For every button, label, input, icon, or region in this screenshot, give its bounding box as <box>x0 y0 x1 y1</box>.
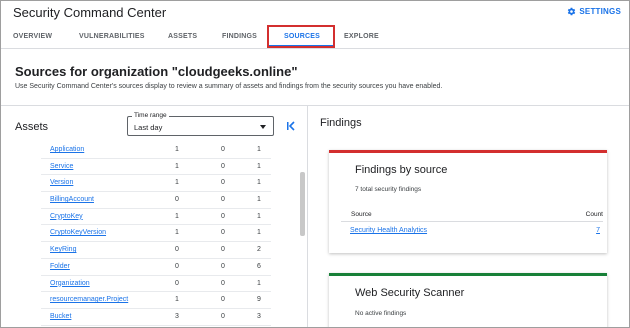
table-row: resourcemanager.Project 1 0 9 <box>41 292 271 309</box>
asset-name-link[interactable]: CryptoKeyVersion <box>50 229 106 236</box>
table-row: BillingAccount 0 0 1 <box>41 192 271 209</box>
asset-count: 2 <box>257 246 261 254</box>
source-link[interactable]: Security Health Analytics <box>350 227 427 234</box>
asset-name-link[interactable]: CryptoKey <box>50 213 83 220</box>
assets-table: Application 1 0 1 Service 1 0 1 Version 1 0 1 Billin… <box>41 142 271 326</box>
asset-count: 0 <box>221 212 225 220</box>
asset-name-link[interactable]: Organization <box>50 280 90 287</box>
asset-name-link[interactable]: Application <box>50 146 84 153</box>
asset-name-link[interactable]: BillingAccount <box>50 196 94 203</box>
asset-count: 0 <box>221 312 225 320</box>
table-row: Folder 0 0 6 <box>41 259 271 276</box>
assets-heading: Assets <box>15 121 49 133</box>
page-description: Use Security Command Center's sources di… <box>15 83 443 90</box>
asset-name-link[interactable]: resourcemanager.Project <box>50 296 128 303</box>
settings-button[interactable]: SETTINGS <box>567 7 621 16</box>
asset-count: 1 <box>257 279 261 287</box>
table-row: Application 1 0 1 <box>41 142 271 159</box>
app-title: Security Command Center <box>13 5 167 20</box>
asset-count: 1 <box>175 212 179 220</box>
findings-by-source-card: Findings by source 7 total security find… <box>329 150 607 253</box>
asset-count: 1 <box>175 179 179 187</box>
highlight-box <box>267 25 335 48</box>
asset-count: 3 <box>175 312 179 320</box>
count-link[interactable]: 7 <box>596 227 600 234</box>
tab-findings[interactable]: FINDINGS <box>222 33 257 40</box>
table-row: Organization 0 0 1 <box>41 276 271 293</box>
asset-count: 0 <box>221 246 225 254</box>
tab-overview[interactable]: OVERVIEW <box>13 33 52 40</box>
asset-count: 0 <box>221 146 225 153</box>
asset-count: 1 <box>257 212 261 220</box>
asset-count: 0 <box>221 162 225 170</box>
asset-count: 0 <box>221 179 225 187</box>
asset-name-link[interactable]: Bucket <box>50 313 71 320</box>
time-range-value: Last day <box>134 123 163 132</box>
asset-name-link[interactable]: Folder <box>50 263 70 270</box>
table-row: CryptoKey 1 0 1 <box>41 209 271 226</box>
tab-assets[interactable]: ASSETS <box>168 33 197 40</box>
asset-count: 0 <box>221 229 225 237</box>
caret-down-icon <box>260 125 266 129</box>
table-row: Service 1 0 1 <box>41 159 271 176</box>
table-row: CryptoKeyVersion 1 0 1 <box>41 225 271 243</box>
page-title: Sources for organization "cloudgeeks.onl… <box>15 64 298 79</box>
asset-count: 1 <box>175 146 179 153</box>
web-security-scanner-card: Web Security Scanner No active findings <box>329 273 607 327</box>
card-subtitle: 7 total security findings <box>355 186 422 193</box>
asset-count: 6 <box>257 262 261 270</box>
asset-count: 1 <box>257 162 261 170</box>
asset-name-link[interactable]: Version <box>50 179 73 186</box>
table-row: Security Health Analytics 7 <box>341 223 603 238</box>
card-title: Findings by source <box>355 164 448 176</box>
asset-count: 9 <box>257 296 261 304</box>
asset-count: 1 <box>257 196 261 204</box>
table-header: Source Count <box>341 207 603 222</box>
asset-count: 0 <box>175 279 179 287</box>
asset-count: 0 <box>221 262 225 270</box>
asset-count: 1 <box>257 146 261 153</box>
card-title: Web Security Scanner <box>355 287 465 299</box>
asset-count: 0 <box>175 246 179 254</box>
column-header-count: Count <box>585 211 603 218</box>
header-divider <box>1 105 629 106</box>
settings-label: SETTINGS <box>579 7 621 16</box>
asset-count: 1 <box>175 229 179 237</box>
gear-icon <box>568 7 576 16</box>
card-subtitle: No active findings <box>355 310 407 317</box>
asset-count: 0 <box>175 262 179 270</box>
column-header-source: Source <box>351 211 372 218</box>
asset-count: 0 <box>221 196 225 204</box>
time-range-select[interactable]: Time range Last day <box>127 112 274 136</box>
asset-count: 3 <box>257 312 261 320</box>
panel-divider <box>307 106 308 327</box>
asset-count: 1 <box>175 296 179 304</box>
asset-count: 0 <box>175 196 179 204</box>
tab-vulnerabilities[interactable]: VULNERABILITIES <box>79 33 145 40</box>
asset-count: 0 <box>221 279 225 287</box>
app-window: Security Command Center SETTINGS OVERVIE… <box>0 0 630 328</box>
findings-heading: Findings <box>320 117 362 129</box>
collapse-left-icon[interactable] <box>285 120 297 132</box>
top-bar: Security Command Center SETTINGS <box>1 1 629 25</box>
table-row: Bucket 3 0 3 <box>41 309 271 326</box>
asset-count: 1 <box>175 162 179 170</box>
asset-count: 1 <box>257 179 261 187</box>
time-range-label: Time range <box>132 112 169 119</box>
table-row: Version 1 0 1 <box>41 175 271 193</box>
asset-name-link[interactable]: Service <box>50 163 73 170</box>
asset-count: 1 <box>257 229 261 237</box>
asset-count: 0 <box>221 296 225 304</box>
assets-scrollbar[interactable] <box>300 172 305 236</box>
asset-name-link[interactable]: KeyRing <box>50 246 76 253</box>
table-row: KeyRing 0 0 2 <box>41 242 271 259</box>
tab-explore[interactable]: EXPLORE <box>344 33 379 40</box>
